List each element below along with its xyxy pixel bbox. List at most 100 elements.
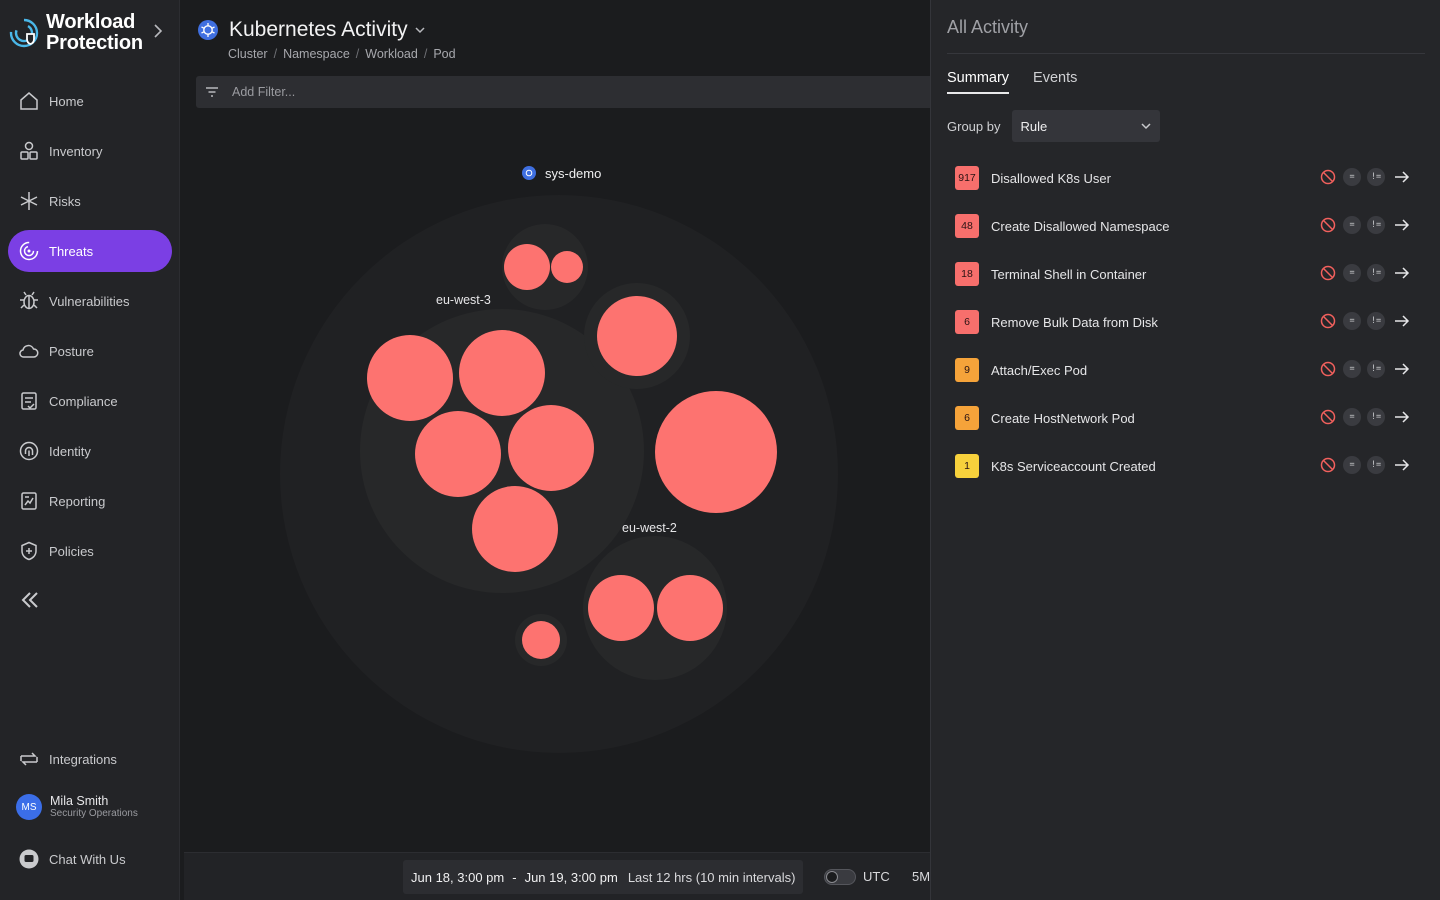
block-icon[interactable] xyxy=(1319,408,1337,426)
pod-bubble[interactable] xyxy=(655,391,777,513)
pod-bubble[interactable] xyxy=(367,335,453,421)
pod-bubble[interactable] xyxy=(415,411,501,497)
filter-equal-button[interactable]: = xyxy=(1343,312,1361,330)
chevron-down-icon[interactable] xyxy=(414,24,426,36)
block-icon[interactable] xyxy=(1319,456,1337,474)
block-icon[interactable] xyxy=(1319,168,1337,186)
sidebar-item-reporting[interactable]: Reporting xyxy=(8,480,172,522)
rule-row[interactable]: 6 Remove Bulk Data from Disk = != xyxy=(947,298,1427,346)
breadcrumb-item-workload[interactable]: Workload xyxy=(365,47,418,61)
arrow-right-icon[interactable] xyxy=(1393,264,1411,282)
filter-equal-button[interactable]: = xyxy=(1343,456,1361,474)
sidebar: Workload Protection Home Inventory Risks… xyxy=(0,0,180,900)
sidebar-item-vulnerabilities[interactable]: Vulnerabilities xyxy=(8,280,172,322)
kubernetes-icon xyxy=(522,166,536,180)
pod-bubble[interactable] xyxy=(597,296,677,376)
sidebar-item-integrations[interactable]: Integrations xyxy=(8,738,172,780)
count-badge: 1 xyxy=(955,454,979,478)
arrow-right-icon[interactable] xyxy=(1393,312,1411,330)
rule-row[interactable]: 6 Create HostNetwork Pod = != xyxy=(947,394,1427,442)
pod-bubble[interactable] xyxy=(657,575,723,641)
group-by-select[interactable]: Rule xyxy=(1012,110,1161,142)
sidebar-item-threats[interactable]: Threats xyxy=(8,230,172,272)
breadcrumb-separator: / xyxy=(273,47,278,61)
user-profile[interactable]: MS Mila Smith Security Operations xyxy=(16,794,138,820)
sidebar-item-home[interactable]: Home xyxy=(8,80,172,122)
report-icon xyxy=(21,492,37,510)
rule-row[interactable]: 48 Create Disallowed Namespace = != xyxy=(947,202,1427,250)
filter-icon xyxy=(206,87,218,97)
brand-line-2: Protection xyxy=(46,32,143,54)
sidebar-item-label: Vulnerabilities xyxy=(49,293,130,309)
arrow-right-icon[interactable] xyxy=(1393,408,1411,426)
pod-bubble[interactable] xyxy=(588,575,654,641)
pod-bubble[interactable] xyxy=(508,405,594,491)
filter-equal-button[interactable]: = xyxy=(1343,168,1361,186)
block-icon[interactable] xyxy=(1319,360,1337,378)
rule-row[interactable]: 917 Disallowed K8s User = != xyxy=(947,154,1427,202)
rule-actions: = != xyxy=(1319,360,1411,378)
filter-not-equal-button[interactable]: != xyxy=(1367,312,1385,330)
sidebar-item-label: Reporting xyxy=(49,493,106,509)
filter-not-equal-button[interactable]: != xyxy=(1367,264,1385,282)
sidebar-item-identity[interactable]: Identity xyxy=(8,430,172,472)
sidebar-item-compliance[interactable]: Compliance xyxy=(8,380,172,422)
breadcrumb-item-namespace[interactable]: Namespace xyxy=(283,47,350,61)
sidebar-item-risks[interactable]: Risks xyxy=(8,180,172,222)
rule-actions: = != xyxy=(1319,408,1411,426)
block-icon[interactable] xyxy=(1319,312,1337,330)
pod-bubble[interactable] xyxy=(459,330,545,416)
pod-bubble[interactable] xyxy=(472,486,558,572)
sidebar-item-label: Integrations xyxy=(49,751,117,767)
rule-name: Disallowed K8s User xyxy=(991,170,1111,186)
arrow-right-icon[interactable] xyxy=(1393,456,1411,474)
rule-row[interactable]: 18 Terminal Shell in Container = != xyxy=(947,250,1427,298)
filter-equal-button[interactable]: = xyxy=(1343,216,1361,234)
count-badge: 917 xyxy=(955,166,979,190)
pod-bubble[interactable] xyxy=(504,244,550,290)
compliance-icon xyxy=(21,392,37,410)
sidebar-item-label: Compliance xyxy=(49,393,118,409)
filter-not-equal-button[interactable]: != xyxy=(1367,408,1385,426)
breadcrumb-item-cluster[interactable]: Cluster xyxy=(228,47,268,61)
zone-label-eu-west-2: eu-west-2 xyxy=(622,521,677,535)
tab-summary[interactable]: Summary xyxy=(947,70,1010,94)
filter-not-equal-button[interactable]: != xyxy=(1367,168,1385,186)
main-content: Kubernetes Activity Cluster / Namespace / Wo… xyxy=(181,0,936,900)
time-range-interval: Last 12 hrs (10 min intervals) xyxy=(627,869,796,885)
sidebar-item-policies[interactable]: Policies xyxy=(8,530,172,572)
utc-toggle[interactable] xyxy=(824,869,856,885)
block-icon[interactable] xyxy=(1319,264,1337,282)
chat-with-us-button[interactable]: Chat With Us xyxy=(8,838,172,880)
filter-not-equal-button[interactable]: != xyxy=(1367,456,1385,474)
rule-name: Create Disallowed Namespace xyxy=(991,218,1170,234)
filter-not-equal-button[interactable]: != xyxy=(1367,360,1385,378)
sidebar-item-inventory[interactable]: Inventory xyxy=(8,130,172,172)
pod-bubble[interactable] xyxy=(551,251,583,283)
filter-input[interactable] xyxy=(232,85,832,99)
arrow-right-icon[interactable] xyxy=(1393,168,1411,186)
breadcrumb-item-pod[interactable]: Pod xyxy=(433,47,455,61)
filter-equal-button[interactable]: = xyxy=(1343,408,1361,426)
time-range-picker[interactable]: Jun 18, 3:00 pm - Jun 19, 3:00 pm Last 1… xyxy=(403,860,804,894)
filter-equal-button[interactable]: = xyxy=(1343,264,1361,282)
count-badge: 18 xyxy=(955,262,979,286)
block-icon[interactable] xyxy=(1319,216,1337,234)
arrow-right-icon[interactable] xyxy=(1393,360,1411,378)
filter-not-equal-button[interactable]: != xyxy=(1367,216,1385,234)
shield-icon xyxy=(21,541,37,561)
sidebar-item-posture[interactable]: Posture xyxy=(8,330,172,372)
product-switcher[interactable]: Workload Protection xyxy=(8,10,174,56)
zoom-5m-button[interactable]: 5M xyxy=(912,869,930,884)
breadcrumb-separator: / xyxy=(355,47,360,61)
pod-bubble[interactable] xyxy=(522,621,560,659)
tab-events[interactable]: Events xyxy=(1033,70,1077,94)
arrow-right-icon[interactable] xyxy=(1393,216,1411,234)
page-title[interactable]: Kubernetes Activity xyxy=(229,18,408,42)
rule-list: 917 Disallowed K8s User = != 48 Create D… xyxy=(947,154,1427,490)
filter-equal-button[interactable]: = xyxy=(1343,360,1361,378)
rule-row[interactable]: 1 K8s Serviceaccount Created = != xyxy=(947,442,1427,490)
filter-bar[interactable] xyxy=(196,76,936,108)
collapse-sidebar-icon[interactable] xyxy=(18,588,42,612)
rule-row[interactable]: 9 Attach/Exec Pod = != xyxy=(947,346,1427,394)
